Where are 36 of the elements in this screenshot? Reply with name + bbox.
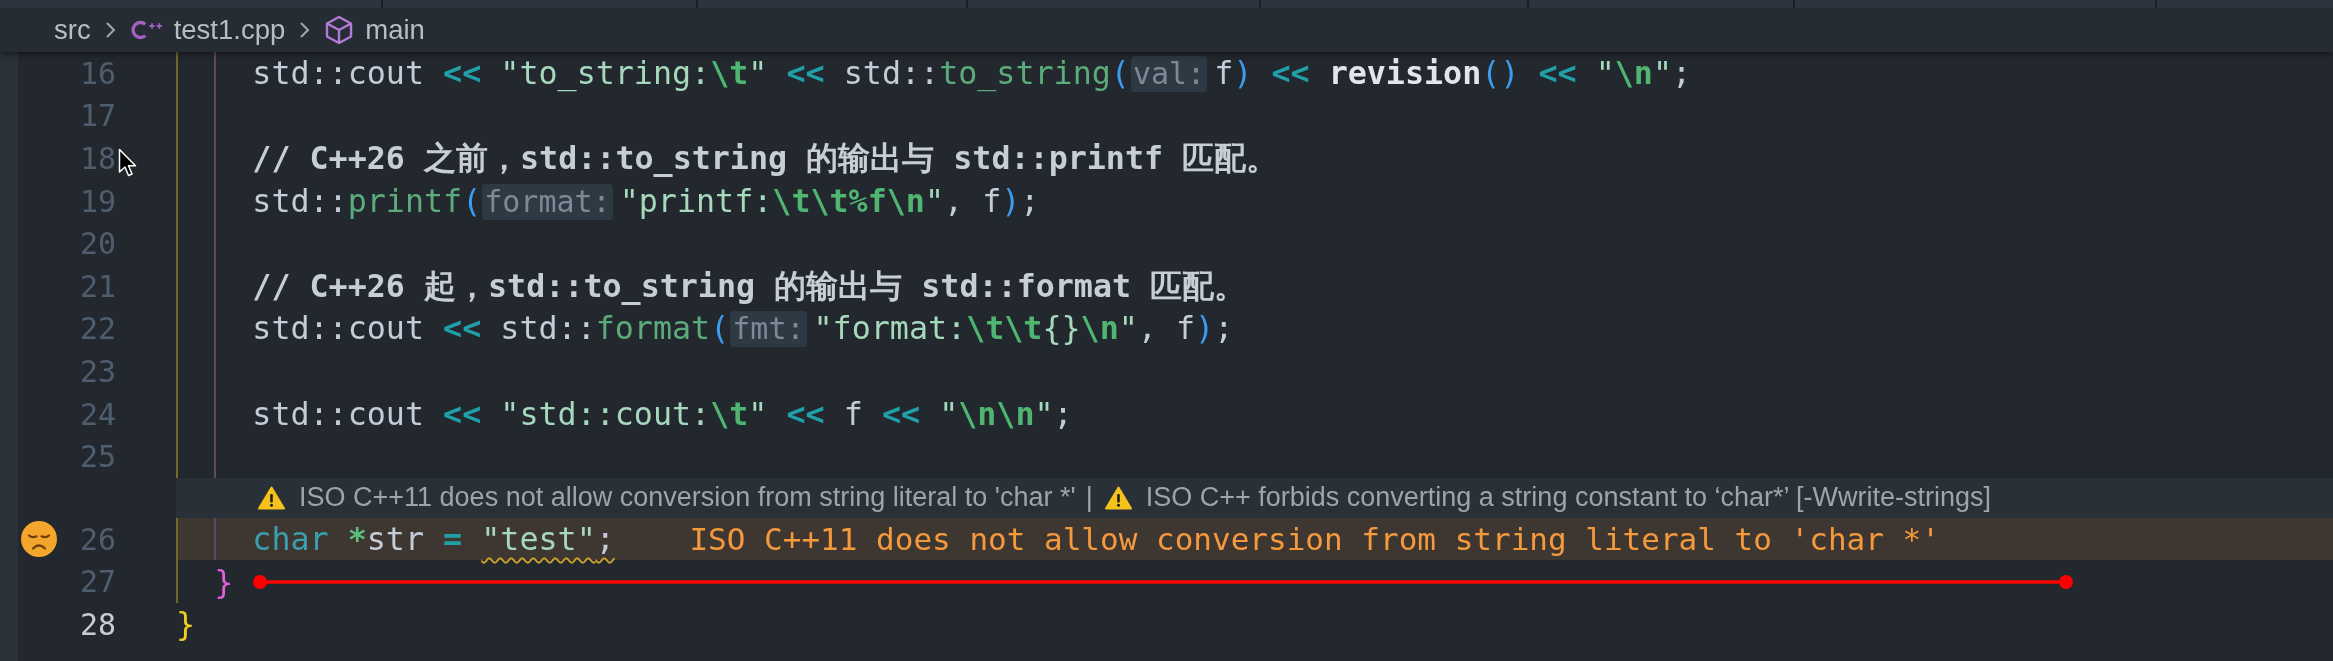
chevron-icon [299,21,311,39]
warning-icon [1104,485,1132,510]
code-line: std::printf(format: "printf:\t\t%f\n", f); [252,182,1040,220]
line-number: 18 [78,140,116,178]
diagnostic-message: ISO C++11 does not allow conversion from string literal to 'char *' [299,482,1076,514]
line-number: 26 [78,520,116,559]
line-number: 17 [78,97,116,136]
warning-icon [258,485,285,510]
line-number: 27 [78,563,116,602]
line-number: 20 [78,225,116,264]
code-line: std::cout << std::format(fmt: "format:\t\t{}\n", f); [252,310,1234,348]
line-number: 28 [78,605,116,644]
line-number: 22 [78,310,116,349]
line-number: 25 [78,438,116,477]
code-comment: // C++26 之前，std::to_string 的输出与 std::printf 匹配。 [252,139,1279,179]
line-number: 21 [78,267,116,306]
breadcrumb-item[interactable]: src [54,14,91,46]
line-number: 23 [78,352,116,391]
breadcrumb-item[interactable]: test1.cpp [129,14,286,46]
breadcrumb-item[interactable]: main [324,14,425,46]
code-line: } [214,563,234,600]
chevron-icon [104,21,116,39]
diagnostic-message: ISO C++ forbids converting a string constant to ‘char*’ [-Wwrite-strings] [1145,482,1991,514]
code-line: std::cout << "std::cout:\t" << f << "\n\n"; [252,396,1073,433]
inline-error-message: ISO C++11 does not allow conversion from string literal to 'char *' [689,521,1940,558]
code-line: char *str = "test"; [252,521,615,558]
line-number: 16 [78,54,116,93]
code-comment: // C++26 起，std::to_string 的输出与 std::format 匹配。 [252,266,1247,307]
line-number: 24 [78,395,116,434]
code-line: std::cout << "to_string:\t" << std::to_string(val: f) << revision() << "\n"; [252,54,1692,92]
line-number: 19 [78,182,116,221]
message-separator: | [1085,482,1093,514]
c-plus-plus-icon [129,19,163,41]
cube-icon [324,15,355,45]
code-line: } [176,606,196,643]
indent-guide [214,517,217,561]
